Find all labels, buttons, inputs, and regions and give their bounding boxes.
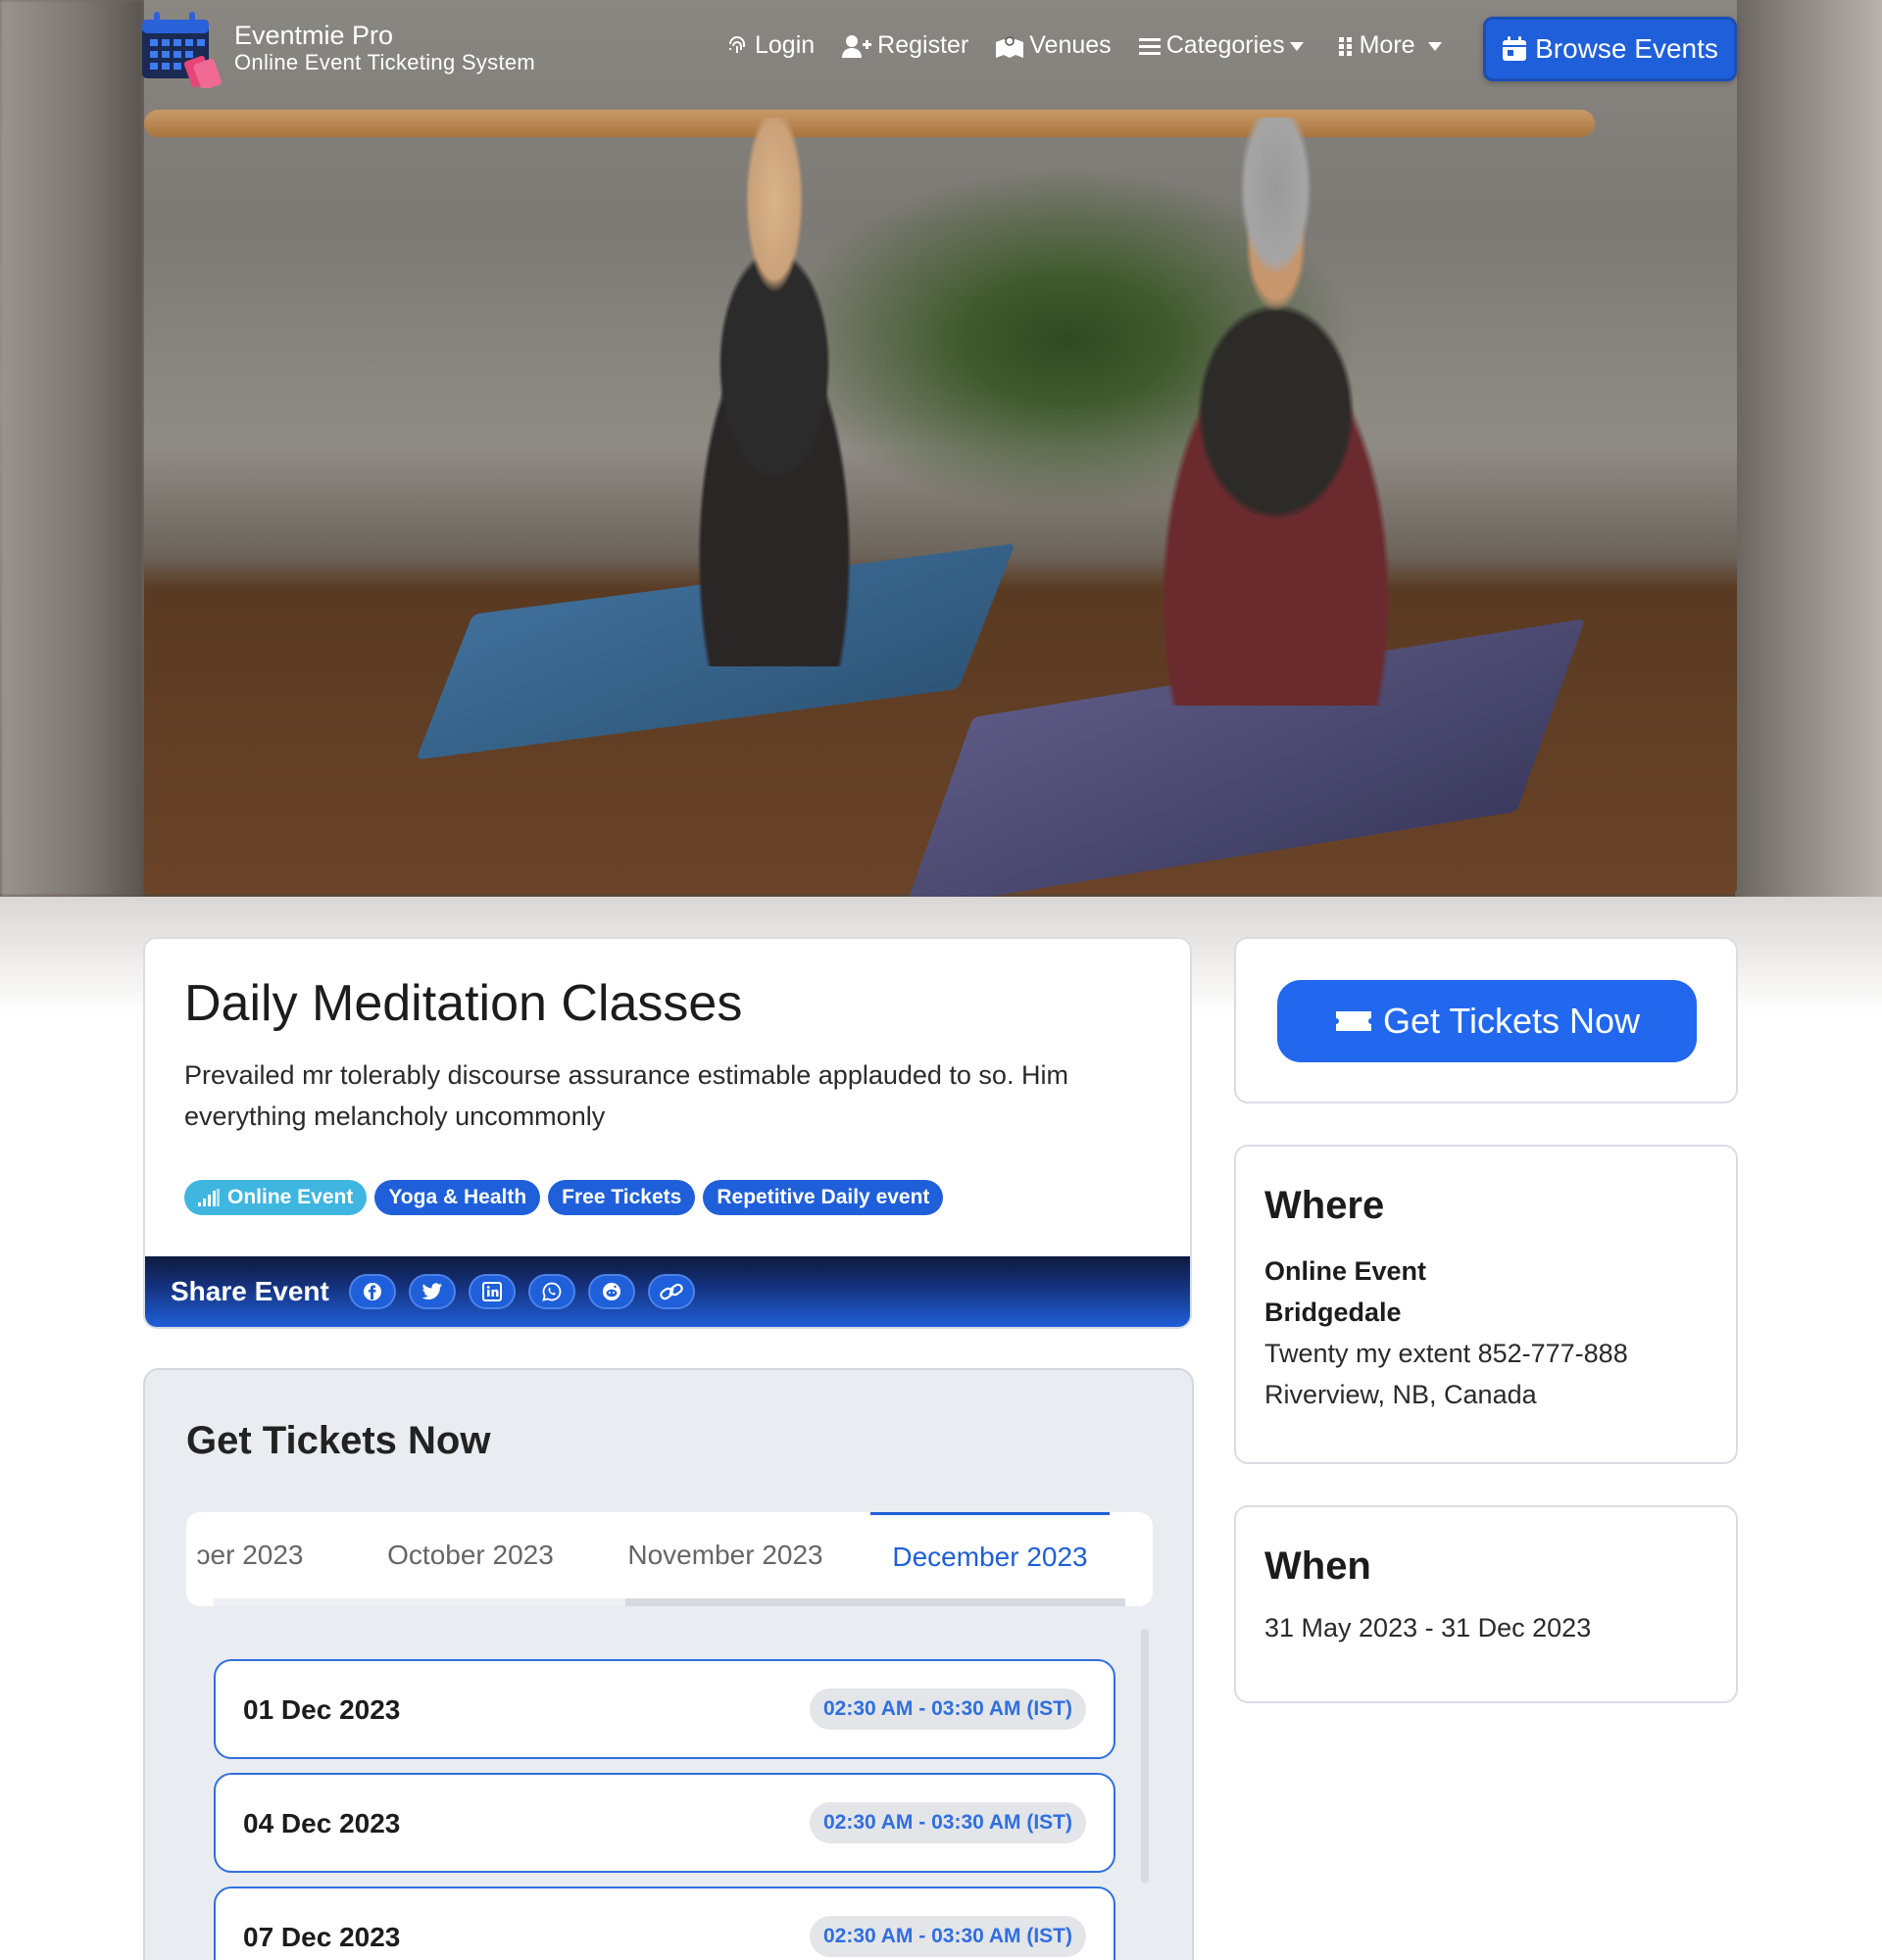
share-linkedin-button[interactable] bbox=[468, 1274, 516, 1309]
get-tickets-button[interactable]: Get Tickets Now bbox=[1277, 980, 1697, 1062]
event-title: Daily Meditation Classes bbox=[184, 975, 743, 1032]
link-icon bbox=[660, 1283, 683, 1300]
badge-free-tickets[interactable]: Free Tickets bbox=[548, 1180, 696, 1215]
tab-december-2023[interactable]: December 2023 bbox=[870, 1512, 1110, 1598]
time-badge: 02:30 AM - 03:30 AM (IST) bbox=[810, 1802, 1086, 1843]
badge-label: Yoga & Health bbox=[388, 1186, 527, 1208]
nav-register-label: Register bbox=[877, 31, 969, 59]
date-label: 04 Dec 2023 bbox=[243, 1808, 401, 1838]
venue-city: Riverview, NB, Canada bbox=[1264, 1380, 1537, 1409]
fingerprint-icon bbox=[729, 35, 745, 53]
date-row[interactable]: 07 Dec 2023 02:30 AM - 03:30 AM (IST) bbox=[214, 1886, 1115, 1960]
caret-down-icon bbox=[1289, 41, 1304, 51]
nav-links: Login Register Venues Categories More bbox=[725, 31, 1476, 60]
tabs-scrollbar[interactable] bbox=[214, 1598, 1125, 1606]
calendar-icon bbox=[1503, 36, 1527, 61]
where-heading: Where bbox=[1264, 1184, 1385, 1227]
dates-scrollbar[interactable] bbox=[1141, 1629, 1149, 1884]
venue-address: Twenty my extent 852-777-888 bbox=[1264, 1339, 1628, 1368]
facebook-icon bbox=[363, 1283, 381, 1300]
time-badge: 02:30 AM - 03:30 AM (IST) bbox=[810, 1689, 1086, 1730]
ticket-icon bbox=[1335, 1011, 1371, 1031]
nav-register[interactable]: Register bbox=[842, 31, 968, 60]
badge-label: Repetitive Daily event bbox=[717, 1186, 930, 1208]
user-plus-icon bbox=[842, 34, 872, 58]
share-bar: Share Event bbox=[145, 1256, 1190, 1327]
brand-subtitle: Online Event Ticketing System bbox=[234, 50, 536, 74]
linkedin-icon bbox=[481, 1282, 502, 1301]
whatsapp-icon bbox=[542, 1282, 562, 1301]
when-heading: When bbox=[1264, 1544, 1371, 1588]
venue-name: Online Event bbox=[1264, 1256, 1427, 1286]
browse-events-label: Browse Events bbox=[1535, 33, 1718, 64]
event-badges: Online Event Yoga & Health Free Tickets … bbox=[184, 1180, 951, 1215]
share-twitter-button[interactable] bbox=[408, 1274, 456, 1309]
nav-login[interactable]: Login bbox=[725, 31, 815, 60]
tab-november-2023[interactable]: November 2023 bbox=[608, 1512, 843, 1598]
event-description: Prevailed mr tolerably discourse assuran… bbox=[184, 1060, 1068, 1131]
nav-venues[interactable]: Venues bbox=[996, 31, 1112, 60]
event-info-card: Daily Meditation Classes Prevailed mr to… bbox=[143, 937, 1192, 1329]
nav-more[interactable]: More bbox=[1338, 31, 1449, 60]
share-whatsapp-button[interactable] bbox=[527, 1274, 575, 1309]
share-reddit-button[interactable] bbox=[587, 1274, 635, 1309]
hero-blur-left bbox=[0, 0, 144, 897]
tickets-panel: Get Tickets Now ɔer 2023 October 2023 No… bbox=[143, 1368, 1194, 1960]
month-tabs: ɔer 2023 October 2023 November 2023 Dece… bbox=[186, 1512, 1153, 1606]
event-date-range: 31 May 2023 - 31 Dec 2023 bbox=[1264, 1613, 1592, 1642]
grid-dots-icon bbox=[1338, 36, 1352, 56]
date-label: 07 Dec 2023 bbox=[243, 1922, 401, 1952]
when-card: When 31 May 2023 - 31 Dec 2023 bbox=[1234, 1505, 1738, 1703]
tab-september-2023[interactable]: ɔer 2023 bbox=[186, 1512, 333, 1598]
twitter-icon bbox=[421, 1283, 442, 1299]
get-tickets-card: Get Tickets Now bbox=[1234, 937, 1738, 1103]
person-meditating-left bbox=[627, 118, 921, 666]
badge-category[interactable]: Yoga & Health bbox=[374, 1180, 541, 1215]
get-tickets-label: Get Tickets Now bbox=[1382, 1001, 1641, 1041]
brand[interactable]: Eventmie Pro Online Event Ticketing Syst… bbox=[140, 6, 536, 91]
share-facebook-button[interactable] bbox=[348, 1274, 396, 1309]
date-row[interactable]: 04 Dec 2023 02:30 AM - 03:30 AM (IST) bbox=[214, 1773, 1115, 1873]
top-navbar: Eventmie Pro Online Event Ticketing Syst… bbox=[0, 0, 1882, 91]
tab-october-2023[interactable]: October 2023 bbox=[363, 1512, 578, 1598]
hero-banner bbox=[0, 0, 1882, 897]
badge-repetitive[interactable]: Repetitive Daily event bbox=[703, 1180, 944, 1215]
venue-place: Bridgedale bbox=[1264, 1298, 1402, 1327]
nav-login-label: Login bbox=[755, 31, 816, 59]
signal-bars-icon bbox=[198, 1189, 220, 1206]
brand-title: Eventmie Pro bbox=[234, 21, 394, 50]
badge-label: Free Tickets bbox=[562, 1186, 682, 1208]
tabs-scrollbar-thumb[interactable] bbox=[625, 1598, 1125, 1606]
date-label: 01 Dec 2023 bbox=[243, 1694, 401, 1725]
nav-more-label: More bbox=[1359, 31, 1415, 59]
share-label: Share Event bbox=[171, 1276, 329, 1306]
hero-blur-right bbox=[1735, 0, 1882, 897]
badge-label: Online Event bbox=[227, 1186, 354, 1208]
date-list: 01 Dec 2023 02:30 AM - 03:30 AM (IST) 04… bbox=[214, 1659, 1115, 1960]
list-icon bbox=[1138, 37, 1161, 55]
nav-venues-label: Venues bbox=[1029, 31, 1112, 59]
copy-link-button[interactable] bbox=[647, 1274, 695, 1309]
person-meditating-right bbox=[1078, 118, 1490, 706]
nav-categories-label: Categories bbox=[1165, 31, 1285, 59]
nav-categories[interactable]: Categories bbox=[1138, 31, 1311, 60]
map-pin-icon bbox=[996, 35, 1024, 58]
time-badge: 02:30 AM - 03:30 AM (IST) bbox=[810, 1916, 1086, 1957]
browse-events-button[interactable]: Browse Events bbox=[1483, 17, 1737, 81]
badge-online-event[interactable]: Online Event bbox=[184, 1180, 368, 1215]
tickets-title: Get Tickets Now bbox=[186, 1419, 491, 1462]
date-row[interactable]: 01 Dec 2023 02:30 AM - 03:30 AM (IST) bbox=[214, 1659, 1115, 1759]
caret-down-icon bbox=[1427, 41, 1442, 51]
calendar-logo-icon bbox=[140, 6, 223, 91]
reddit-icon bbox=[602, 1283, 620, 1300]
where-card: Where Online Event Bridgedale Twenty my … bbox=[1234, 1145, 1738, 1464]
